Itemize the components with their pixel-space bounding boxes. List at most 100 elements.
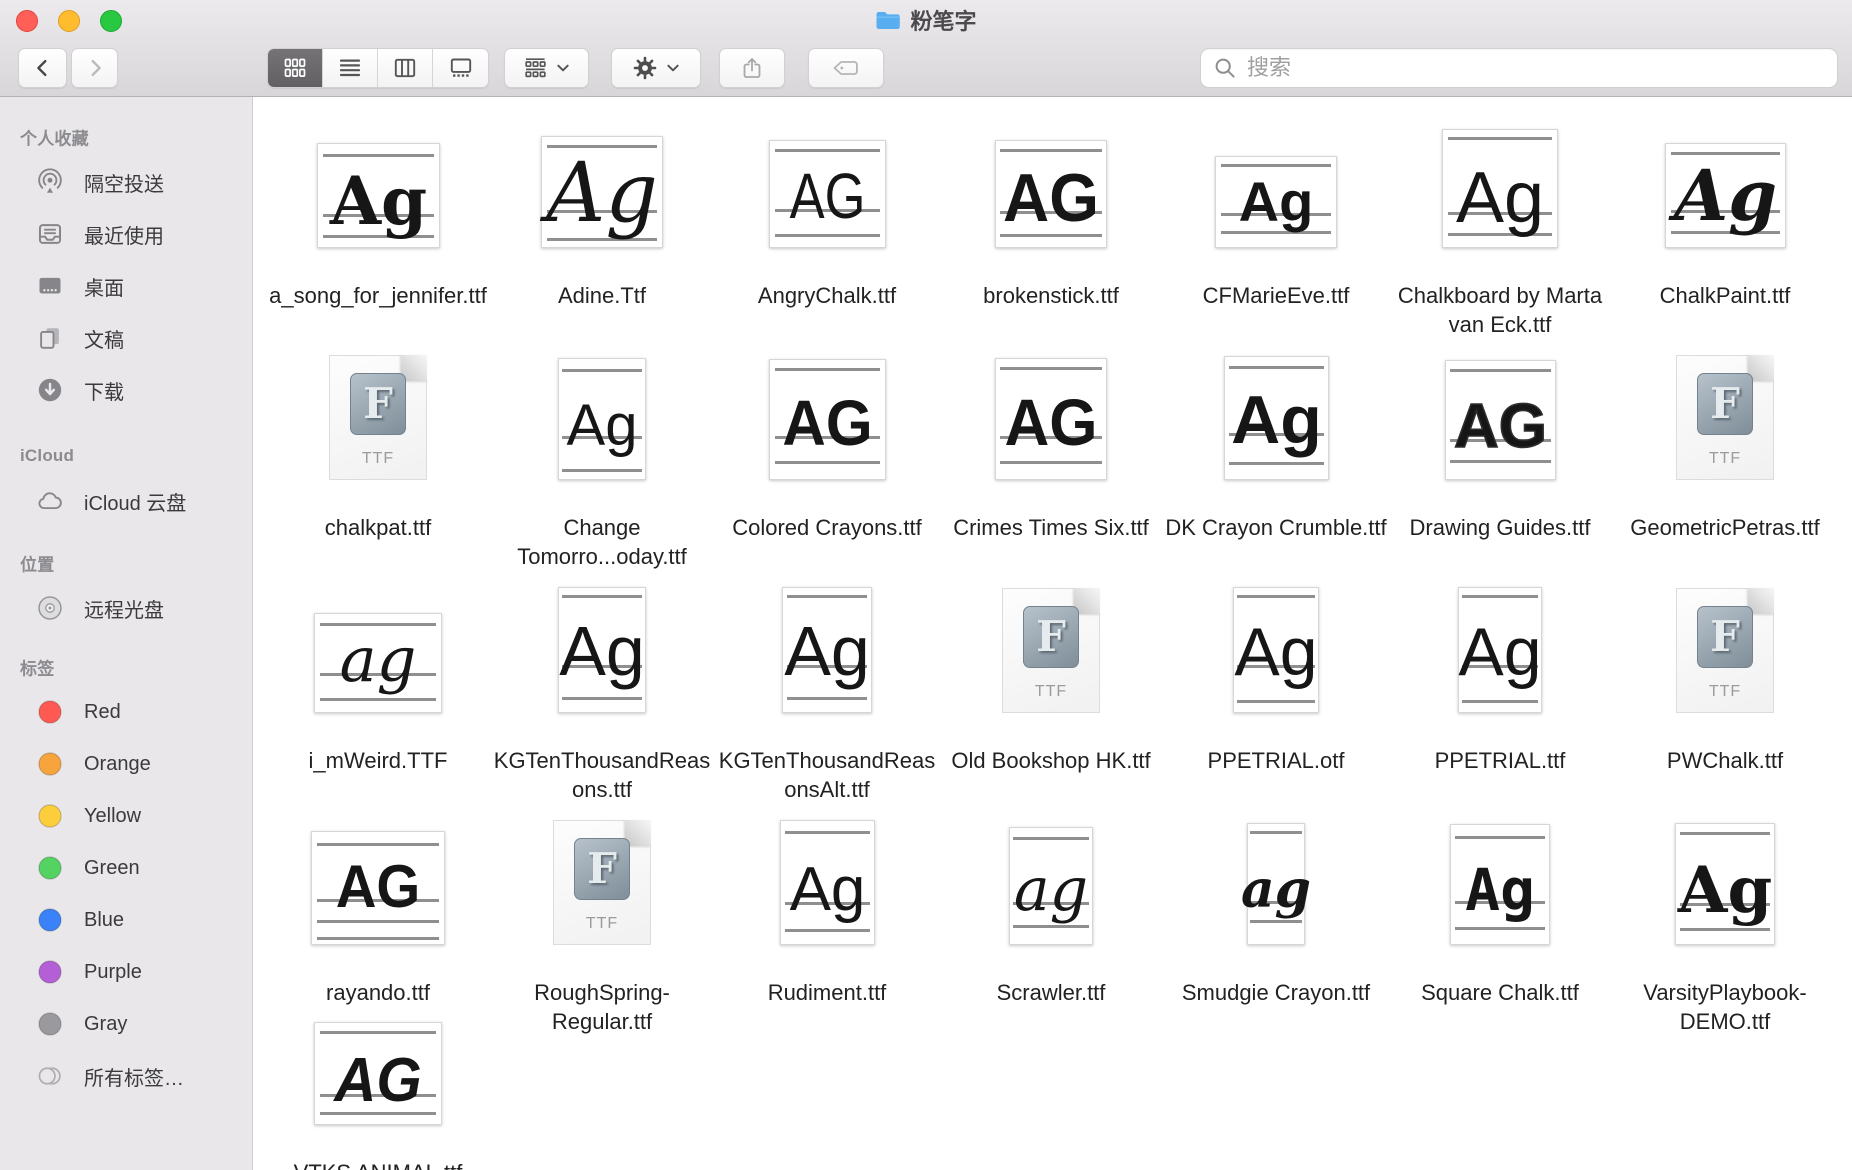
sidebar-item-label: 远程光盘 <box>84 594 164 623</box>
file-name-label: GeometricPetras.ttf <box>1613 513 1837 542</box>
recents-icon <box>36 220 64 248</box>
file-name-label: rayando.ttf <box>266 978 490 1007</box>
sidebar-item-label: 下载 <box>84 376 124 405</box>
file-name-label: Old Bookshop HK.ttf <box>939 746 1163 775</box>
font-preview-icon: ag <box>1009 827 1093 945</box>
chevron-down-icon <box>555 60 571 76</box>
font-sample-glyph: ag <box>315 614 441 685</box>
titlebar[interactable]: 粉笔字 <box>0 0 1852 40</box>
font-sample-glyph: AG <box>780 141 874 222</box>
font-sample-glyph: AG <box>773 360 881 449</box>
guide-line <box>1462 700 1537 703</box>
font-preview-icon: Ag <box>1458 587 1542 713</box>
window-title: 粉笔字 <box>0 0 1852 40</box>
column-view-button[interactable] <box>378 49 433 87</box>
gallery-view-button[interactable] <box>433 49 488 87</box>
guide-line <box>320 698 436 701</box>
font-f-tile: F <box>1697 606 1753 668</box>
font-sample-glyph: Ag <box>542 137 662 226</box>
minimize-button[interactable] <box>58 10 80 32</box>
disc-icon <box>36 594 64 622</box>
search-input[interactable] <box>1245 54 1825 82</box>
font-sample-glyph: Ag <box>1225 357 1328 447</box>
font-sample-glyph: Ag <box>1234 588 1318 679</box>
sidebar-item-label: Orange <box>84 753 151 776</box>
font-f-tile: F <box>574 838 630 900</box>
font-sample-glyph: Ag <box>1216 157 1336 224</box>
sidebar-item-tag-yellow[interactable]: Yellow <box>0 794 252 838</box>
sidebar-item-tag-orange[interactable]: Orange <box>0 742 252 786</box>
sidebar-item-tag-red[interactable]: Red <box>0 690 252 734</box>
back-chevron-icon <box>32 57 54 79</box>
sidebar-item-downloads[interactable]: 下载 <box>0 368 252 412</box>
sidebar-item-label: 文稿 <box>84 324 124 353</box>
font-f-tile: F <box>1697 373 1753 435</box>
font-preview-icon: AG <box>314 1022 442 1125</box>
font-preview-icon: Ag <box>541 136 663 248</box>
group-by-icon <box>523 56 548 80</box>
documents-icon <box>36 324 64 352</box>
sidebar-item-all-tags[interactable]: 所有标签… <box>0 1054 252 1098</box>
search-field <box>1200 48 1838 88</box>
finder-window: 粉笔字 <box>0 0 1852 1170</box>
share-icon <box>740 56 764 80</box>
file-grid[interactable]: Aga_song_for_jennifer.ttfAgAdine.TtfAGAn… <box>252 96 1852 1170</box>
sidebar-item-remote-disc[interactable]: 远程光盘 <box>0 586 252 630</box>
toolbar <box>0 40 1852 96</box>
font-sample-glyph: Ag <box>559 588 645 679</box>
font-sample-glyph: ag <box>1010 828 1092 914</box>
icon-view-button[interactable] <box>268 49 323 87</box>
search-icon <box>1213 56 1237 80</box>
file-name-label: VarsityPlaybook-DEMO.ttf <box>1613 978 1837 1036</box>
sidebar-item-airdrop[interactable]: 隔空投送 <box>0 160 252 204</box>
tag-button[interactable] <box>808 48 884 88</box>
tag-purple-dot-icon <box>36 958 64 986</box>
sidebar-item-icloud-drive[interactable]: iCloud 云盘 <box>0 479 252 523</box>
column-view-icon <box>393 56 417 80</box>
font-sample-glyph: AG <box>1446 361 1555 451</box>
guide-line <box>1250 920 1302 923</box>
ttf-file-icon: FTTF <box>1002 588 1100 713</box>
sidebar-section-header: 标签 <box>20 655 54 680</box>
tag-gray-dot-icon <box>36 1010 64 1038</box>
file-name-label: Adine.Ttf <box>490 281 714 310</box>
airdrop-icon <box>36 168 64 196</box>
sidebar-item-label: Yellow <box>84 805 141 828</box>
share-button[interactable] <box>719 48 785 88</box>
list-view-button[interactable] <box>323 49 378 87</box>
zoom-button[interactable] <box>100 10 122 32</box>
file-name-label: CFMarieEve.ttf <box>1164 281 1388 310</box>
close-button[interactable] <box>16 10 38 32</box>
view-mode-segmented-control <box>267 48 489 88</box>
file-name-label: Rudiment.ttf <box>715 978 939 1007</box>
sidebar-item-tag-blue[interactable]: Blue <box>0 898 252 942</box>
sidebar-item-documents[interactable]: 文稿 <box>0 316 252 360</box>
sidebar-item-recents[interactable]: 最近使用 <box>0 212 252 256</box>
sidebar-item-label: Gray <box>84 1013 127 1036</box>
font-preview-icon: AG <box>769 359 886 480</box>
file-name-label: brokenstick.ttf <box>939 281 1163 310</box>
font-preview-icon: AG <box>1445 360 1556 480</box>
font-preview-icon: Ag <box>782 587 872 713</box>
font-preview-icon: Ag <box>317 143 440 248</box>
group-by-button[interactable] <box>504 48 589 88</box>
file-name-label: PWChalk.ttf <box>1613 746 1837 775</box>
back-button[interactable] <box>18 48 67 88</box>
blue-folder-icon <box>875 10 902 31</box>
guide-line <box>1229 462 1324 465</box>
guide-line <box>1000 461 1101 464</box>
font-sample-glyph: Ag <box>318 144 439 227</box>
sidebar-item-tag-green[interactable]: Green <box>0 846 252 890</box>
forward-button[interactable] <box>71 48 118 88</box>
sidebar-item-desktop[interactable]: 桌面 <box>0 264 252 308</box>
font-sample-glyph: Ag <box>1459 588 1541 679</box>
font-preview-icon: AG <box>311 831 445 945</box>
sidebar-item-tag-gray[interactable]: Gray <box>0 1002 252 1046</box>
gallery-view-icon <box>449 56 473 80</box>
file-name-label: Drawing Guides.ttf <box>1388 513 1612 542</box>
sidebar-item-label: 隔空投送 <box>84 168 164 197</box>
action-menu-button[interactable] <box>611 48 701 88</box>
font-sample-glyph: Ag <box>1666 144 1785 224</box>
file-name-label: Smudgie Crayon.ttf <box>1164 978 1388 1007</box>
sidebar-item-tag-purple[interactable]: Purple <box>0 950 252 994</box>
